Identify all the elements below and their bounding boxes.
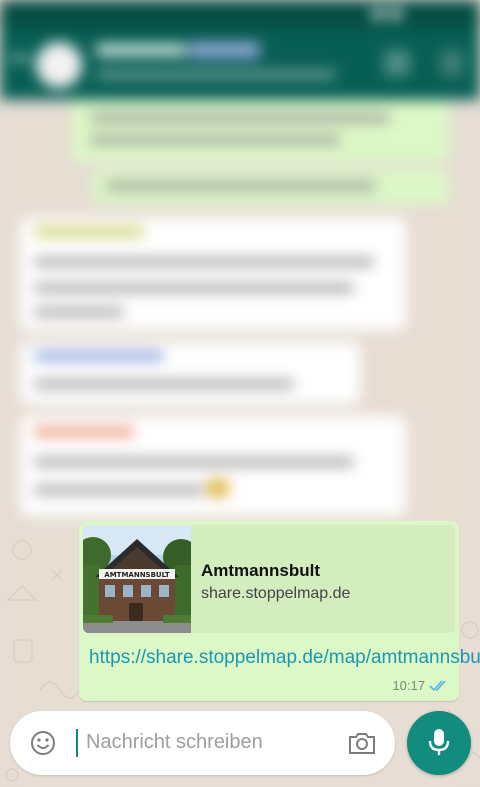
blurred-bubble (20, 342, 360, 404)
contact-name-blurred (96, 44, 186, 56)
signal-icon (372, 9, 384, 19)
status-bar (0, 0, 480, 28)
back-arrow-icon (10, 56, 30, 60)
camera-icon[interactable] (348, 731, 376, 755)
blurred-bubble (20, 218, 406, 330)
voice-message-button[interactable] (407, 711, 471, 775)
link-preview-title: Amtmannsbult (201, 561, 320, 580)
message-link[interactable]: https://share.stoppelmap.de/map/amtmanns… (89, 645, 480, 670)
link-preview-domain: share.stoppelmap.de (201, 585, 351, 602)
avatar (36, 42, 82, 88)
attach-icon (384, 50, 410, 76)
menu-icon (440, 50, 464, 76)
thumbnail-sign-text: AMTMANNSBULT (104, 571, 170, 579)
outgoing-message-bubble[interactable]: AMTMANNSBULT Amtmannsbult share.stoppelm… (79, 521, 480, 701)
message-input[interactable]: Nachricht schreiben (86, 731, 263, 754)
link-preview-thumbnail: AMTMANNSBULT (83, 525, 191, 633)
message-time: 10:17 (392, 678, 425, 693)
contact-status-blurred (96, 70, 336, 79)
blurred-bubble (72, 100, 450, 162)
link-preview-card[interactable]: AMTMANNSBULT Amtmannsbult share.stoppelm… (83, 525, 455, 633)
mic-icon (428, 729, 450, 755)
blurred-bubble (20, 416, 406, 516)
contact-badge-blurred (188, 42, 260, 58)
chat-header (0, 28, 480, 100)
battery-icon (390, 9, 402, 19)
blurred-bubble (92, 170, 450, 204)
message-composer[interactable]: Nachricht schreiben (10, 711, 395, 775)
emoji-icon[interactable] (29, 729, 57, 757)
text-cursor (76, 729, 78, 757)
double-check-icon (429, 680, 446, 692)
